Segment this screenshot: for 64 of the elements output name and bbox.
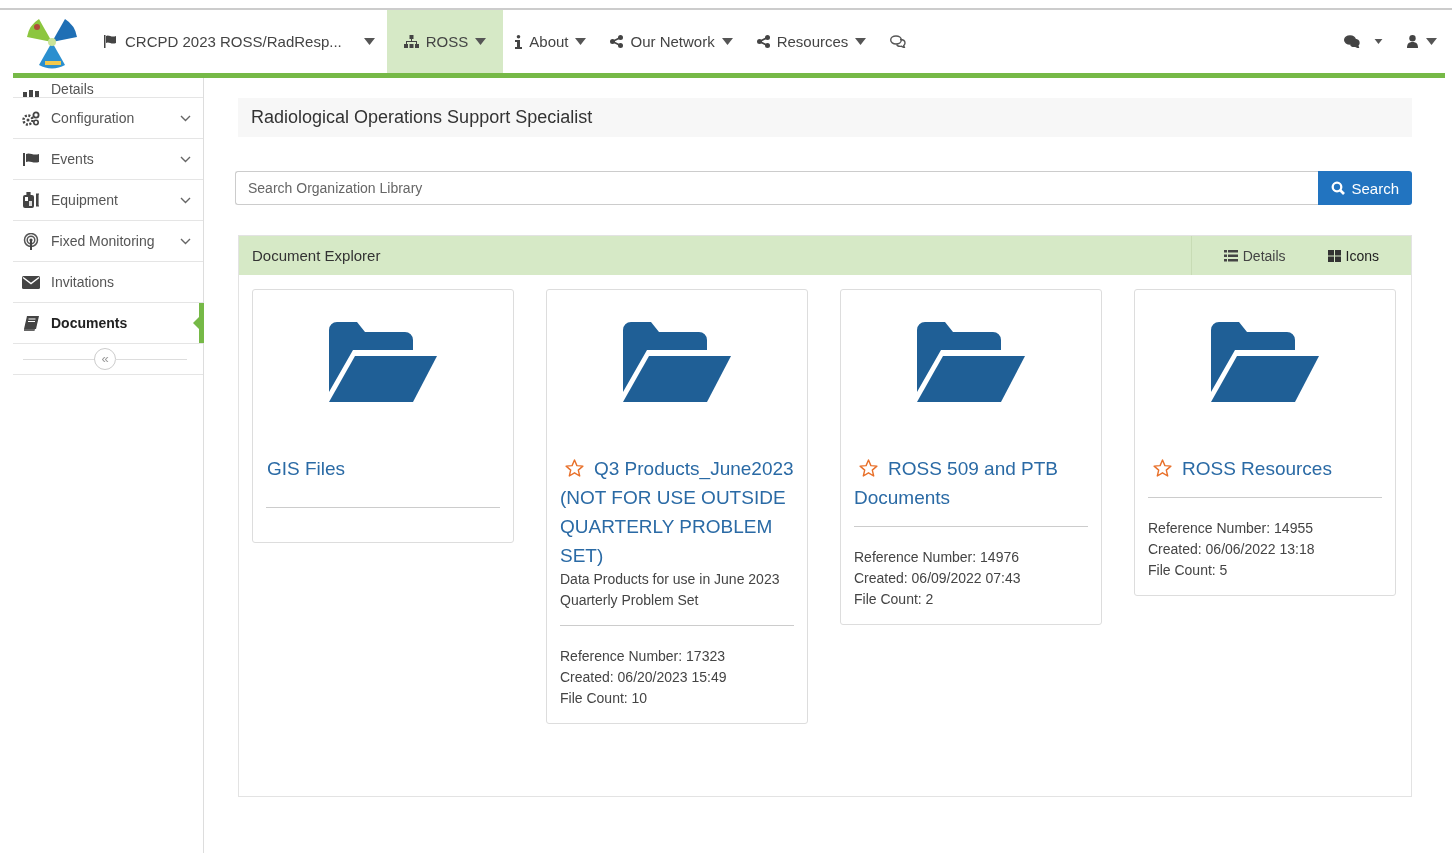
nav-tab[interactable]: Resources	[744, 10, 879, 73]
created-date: Created: 06/06/2022 13:18	[1148, 540, 1316, 559]
nav-tab[interactable]: ROSS	[386, 10, 504, 73]
star-icon[interactable]	[565, 459, 584, 477]
equipment-icon	[22, 192, 40, 208]
sidebar-item[interactable]: Documents	[13, 303, 203, 344]
sidebar-item[interactable]: Details	[13, 78, 203, 98]
folder-title[interactable]: Q3 Products_June2023 (NOT FOR USE OUTSIDE QUARTERLY PROBLEM SET)	[560, 454, 794, 570]
caret-icon	[363, 38, 375, 45]
reference-number: Reference Number: 14955	[1148, 519, 1314, 538]
search-field[interactable]: Search Organization Library	[235, 171, 1319, 205]
sidebar-item[interactable]: Fixed Monitoring	[13, 221, 203, 262]
file-count: File Count: 2	[854, 590, 935, 609]
sidebar-item[interactable]: Invitations	[13, 262, 203, 303]
chat-icon	[1344, 35, 1360, 48]
folder-description: Data Products for use in June 2023 Quarterly Problem Set	[560, 570, 781, 610]
caret-icon	[1426, 38, 1437, 45]
user-icon	[1407, 35, 1418, 48]
folder-icon[interactable]	[623, 322, 731, 402]
created-date: Created: 06/20/2023 15:49	[560, 668, 728, 687]
book-icon	[23, 315, 39, 331]
caret-icon	[721, 38, 733, 45]
folder-icon[interactable]	[1211, 322, 1319, 402]
folder-title[interactable]: ROSS 509 and PTB Documents	[854, 454, 1088, 512]
folder-title[interactable]: ROSS Resources	[1148, 454, 1382, 483]
chat-icon	[890, 35, 907, 48]
caret-icon	[475, 38, 487, 45]
sitemap-icon	[403, 35, 419, 48]
panel-title: Document Explorer	[252, 247, 382, 264]
sidebar-item[interactable]: Equipment	[13, 180, 203, 221]
share-icon	[610, 35, 624, 48]
caret-icon	[575, 38, 587, 45]
nav-tab[interactable]: Our Network	[598, 10, 745, 73]
flag-icon	[22, 152, 40, 166]
file-count: File Count: 10	[560, 689, 649, 708]
antenna-icon	[23, 232, 39, 250]
nav-tab[interactable]: About	[503, 10, 599, 73]
nav-tab[interactable]: CRCPD 2023 ROSS/RadResp...	[91, 10, 387, 73]
file-count: File Count: 5	[1148, 561, 1229, 580]
folder-icon[interactable]	[329, 322, 437, 402]
reference-number: Reference Number: 14976	[854, 548, 1020, 567]
folder-title[interactable]: GIS Files	[267, 454, 500, 483]
reference-number: Reference Number: 17323	[560, 647, 726, 666]
search-icon	[1331, 181, 1346, 195]
search-button[interactable]: Search	[1318, 171, 1412, 205]
page-title: Radiological Operations Support Specialist	[238, 98, 1412, 137]
caret-icon	[855, 38, 867, 45]
info-icon	[515, 34, 523, 49]
star-icon[interactable]	[859, 459, 878, 477]
caret-icon	[1374, 39, 1383, 44]
sidebar-item[interactable]: Events	[13, 139, 203, 180]
view-button[interactable]: Icons	[1317, 236, 1411, 275]
star-icon[interactable]	[1153, 459, 1172, 477]
envelope-icon	[22, 275, 40, 289]
view-button[interactable]: Details	[1191, 236, 1318, 275]
grid-icon	[1327, 249, 1341, 262]
sidebar-item[interactable]: Configuration	[13, 98, 203, 139]
folder-icon[interactable]	[917, 322, 1025, 402]
list-icon	[1223, 249, 1238, 262]
chart-icon	[23, 89, 39, 97]
flag-icon	[103, 35, 117, 48]
share-icon	[756, 35, 770, 48]
cogs-icon	[22, 110, 40, 126]
created-date: Created: 06/09/2022 07:43	[854, 569, 1022, 588]
